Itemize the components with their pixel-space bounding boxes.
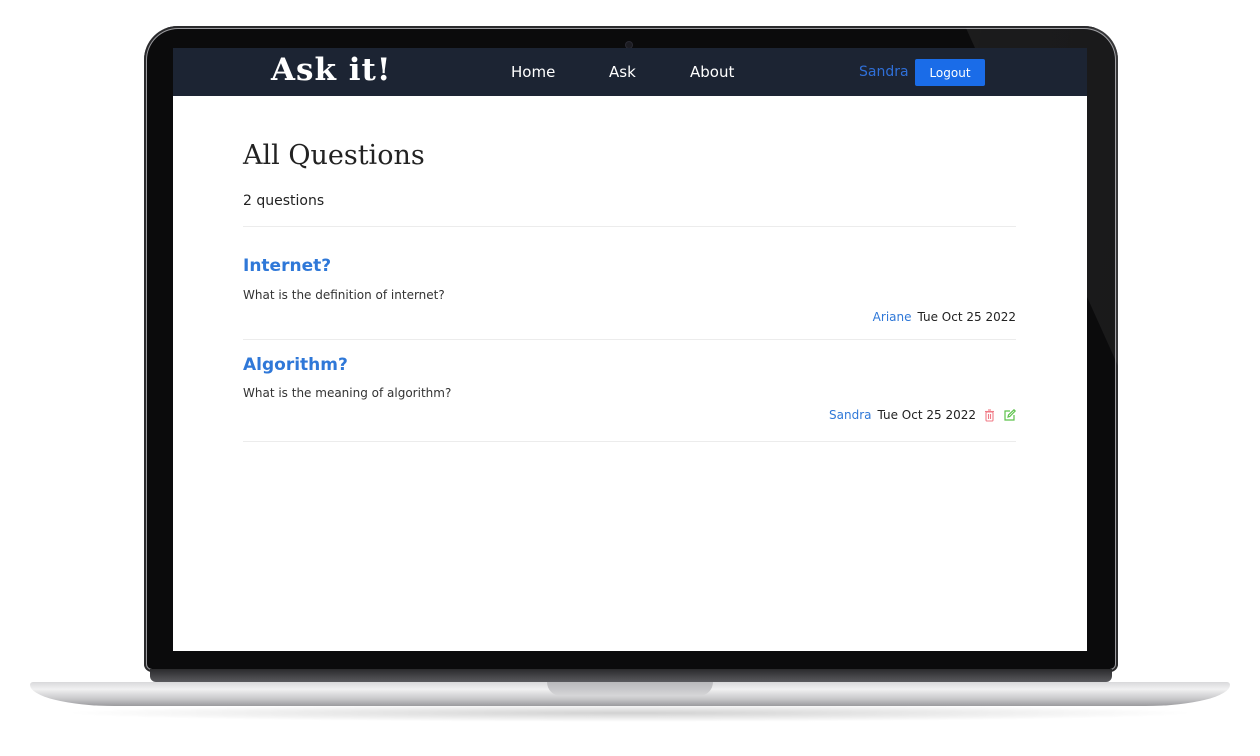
question-body: What is the definition of internet? [243, 288, 445, 302]
question-title[interactable]: Algorithm? [243, 355, 348, 375]
nav-home-link[interactable]: Home [511, 63, 555, 81]
divider [243, 226, 1016, 227]
current-user-link[interactable]: Sandra [859, 64, 909, 80]
page-title: All Questions [243, 140, 425, 171]
question-date: Tue Oct 25 2022 [877, 408, 977, 422]
nav-about-link[interactable]: About [690, 63, 734, 81]
question-meta: Ariane Tue Oct 25 2022 [873, 310, 1016, 324]
laptop-hinge [150, 669, 1112, 682]
question-title[interactable]: Internet? [243, 256, 331, 276]
laptop-shadow [60, 704, 1200, 722]
nav-ask-link[interactable]: Ask [609, 63, 636, 81]
navbar: Ask it! Home Ask About Sandra Logout [173, 48, 1087, 96]
question-count: 2 questions [243, 193, 325, 209]
logout-button[interactable]: Logout [915, 59, 985, 86]
question-meta: Sandra Tue Oct 25 2022 [829, 408, 1016, 422]
brand-logo[interactable]: Ask it! [271, 52, 391, 88]
laptop-notch [547, 682, 713, 696]
question-body: What is the meaning of algorithm? [243, 386, 452, 400]
question-date: Tue Oct 25 2022 [917, 310, 1017, 324]
question-author[interactable]: Sandra [829, 408, 871, 422]
edit-icon[interactable] [1002, 408, 1016, 422]
app-screen: Ask it! Home Ask About Sandra Logout All… [173, 48, 1087, 651]
divider [243, 441, 1016, 442]
divider [243, 339, 1016, 340]
trash-icon[interactable] [982, 408, 996, 422]
question-author[interactable]: Ariane [873, 310, 912, 324]
